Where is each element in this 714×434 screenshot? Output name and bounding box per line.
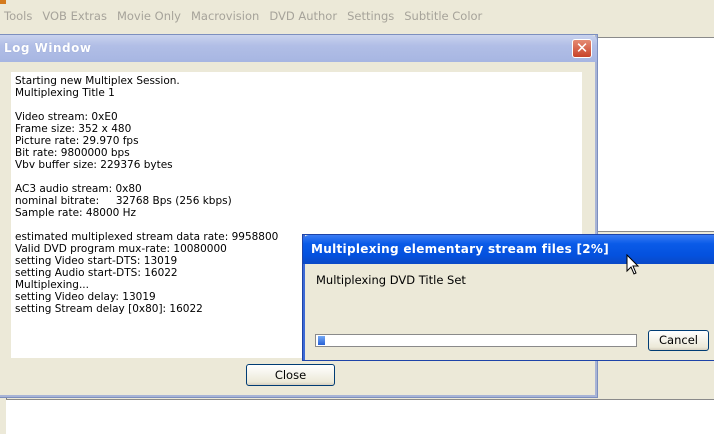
log-line: Bit rate: 9800000 bps <box>15 147 130 159</box>
menu-movie-only[interactable]: Movie Only <box>113 6 187 26</box>
mouse-pointer-icon <box>626 254 640 275</box>
menu-bar: Tools VOB Extras Movie Only Macrovision … <box>0 6 714 26</box>
progress-bar <box>315 334 637 347</box>
menu-vob-extras[interactable]: VOB Extras <box>38 6 113 26</box>
log-line: Sample rate: 48000 Hz <box>15 207 137 219</box>
background-bottom-panel <box>6 399 714 434</box>
progress-message: Multiplexing DVD Title Set <box>316 273 466 287</box>
log-line: AC3 audio stream: 0x80 <box>15 183 142 195</box>
log-window-title: Log Window <box>4 41 92 55</box>
close-button[interactable]: Close <box>246 364 335 386</box>
log-line: Vbv buffer size: 229376 bytes <box>15 159 173 171</box>
cancel-button[interactable]: Cancel <box>648 330 709 351</box>
menu-macrovision[interactable]: Macrovision <box>187 6 265 26</box>
log-window-titlebar[interactable]: Log Window ✕ <box>0 35 597 62</box>
log-line: Picture rate: 29.970 fps <box>15 135 139 147</box>
progress-bar-fill <box>318 336 325 345</box>
progress-dialog-titlebar[interactable]: Multiplexing elementary stream files [2%… <box>303 235 714 264</box>
progress-dialog: Multiplexing elementary stream files [2%… <box>302 234 714 361</box>
log-line: Multiplexing Title 1 <box>15 87 115 99</box>
log-line: nominal bitrate: 32768 Bps (256 kbps) <box>15 195 232 207</box>
log-line: Video stream: 0xE0 <box>15 111 118 123</box>
menu-subtitle-color[interactable]: Subtitle Color <box>400 6 488 26</box>
close-icon[interactable]: ✕ <box>572 39 592 58</box>
log-line: Starting new Multiplex Session. <box>15 75 180 87</box>
menu-tools[interactable]: Tools <box>0 6 38 26</box>
app-icon <box>0 0 6 4</box>
log-line: Frame size: 352 x 480 <box>15 123 132 135</box>
progress-dialog-title: Multiplexing elementary stream files [2%… <box>311 242 610 256</box>
background-list-panel <box>597 37 714 232</box>
menu-settings[interactable]: Settings <box>343 6 400 26</box>
menu-dvd-author[interactable]: DVD Author <box>265 6 343 26</box>
